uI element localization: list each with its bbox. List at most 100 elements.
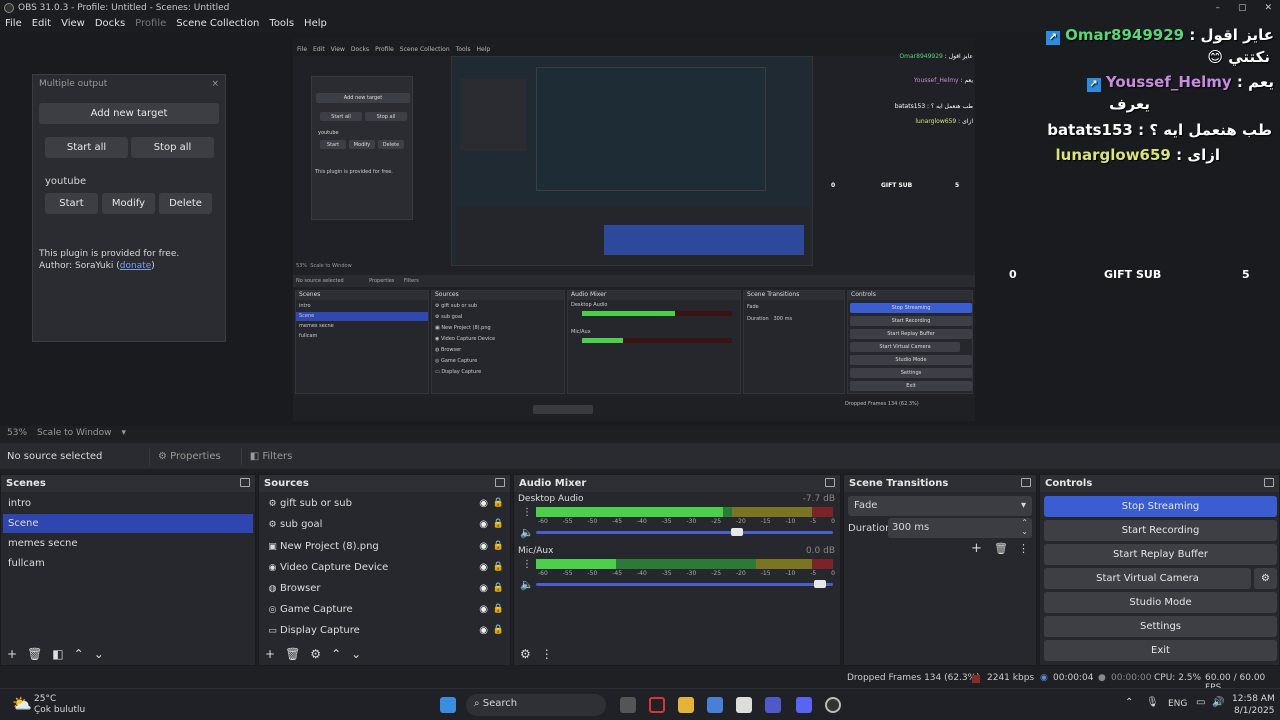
add-icon[interactable]: +: [265, 647, 275, 661]
undock-icon[interactable]: [495, 478, 505, 487]
eye-icon[interactable]: ◉: [479, 578, 488, 599]
discord-icon[interactable]: [796, 697, 812, 713]
start-virtual-camera-button[interactable]: Start Virtual Camera: [1044, 568, 1251, 589]
language-indicator[interactable]: ENG: [1168, 699, 1187, 709]
chevron-up-icon[interactable]: ⌃: [331, 647, 341, 661]
stop-all-button[interactable]: Stop all: [131, 137, 214, 158]
spin-icon[interactable]: ⌃ ⌄: [1021, 518, 1028, 536]
chevron-down-icon[interactable]: ▾: [121, 428, 126, 438]
lock-icon[interactable]: 🔒: [493, 599, 504, 620]
transition-select[interactable]: Fade ▾: [848, 496, 1032, 516]
microphone-icon[interactable]: 🎙: [1146, 697, 1159, 708]
eye-icon[interactable]: ◉: [479, 493, 488, 514]
trash-icon[interactable]: 🗑: [27, 647, 42, 661]
chevron-down-icon[interactable]: ⌄: [94, 647, 104, 661]
source-item[interactable]: ◍ Browser ◉ 🔒: [263, 578, 506, 599]
start-recording-button[interactable]: Start Recording: [1044, 520, 1277, 541]
stop-streaming-button[interactable]: Stop Streaming: [1044, 496, 1277, 517]
filters-button[interactable]: ◧ Filters: [240, 447, 301, 465]
source-item[interactable]: ▣ New Project (8).png ◉ 🔒: [263, 536, 506, 557]
exit-button[interactable]: Exit: [1044, 640, 1277, 661]
eye-icon[interactable]: ◉: [479, 536, 488, 557]
lock-icon[interactable]: 🔒: [493, 578, 504, 599]
file-explorer-icon[interactable]: [678, 697, 694, 713]
source-item[interactable]: ⚙ gift sub or sub ◉ 🔒: [263, 493, 506, 514]
volume-icon[interactable]: 🔊: [1212, 697, 1224, 708]
eye-icon[interactable]: ◉: [479, 599, 488, 620]
start-target-button[interactable]: Start: [45, 193, 98, 214]
network-icon[interactable]: ▭: [1196, 697, 1205, 708]
chevron-down-icon[interactable]: ⌄: [351, 647, 361, 661]
scene-item[interactable]: fullcam: [3, 554, 253, 573]
properties-button[interactable]: ⚙ Properties: [149, 447, 229, 465]
settings-button[interactable]: Settings: [1044, 616, 1277, 637]
start-replay-buffer-button[interactable]: Start Replay Buffer: [1044, 544, 1277, 565]
scene-item[interactable]: intro: [3, 494, 253, 513]
speaker-icon[interactable]: 🔈: [520, 578, 534, 591]
search-box[interactable]: ⌕ Search: [466, 694, 606, 716]
close-button[interactable]: ✕: [1264, 3, 1272, 13]
undock-icon[interactable]: [1021, 478, 1031, 487]
menu-tools[interactable]: Tools: [264, 18, 299, 29]
add-icon[interactable]: +: [7, 647, 17, 661]
menu-view[interactable]: View: [56, 18, 90, 29]
gear-icon[interactable]: ⚙: [310, 647, 321, 661]
source-item[interactable]: ◎ Game Capture ◉ 🔒: [263, 599, 506, 620]
menu-help[interactable]: Help: [299, 18, 332, 29]
lock-icon[interactable]: 🔒: [493, 536, 504, 557]
weather-icon[interactable]: ⛅: [12, 694, 32, 713]
more-icon[interactable]: ⋮: [522, 559, 532, 570]
store-icon[interactable]: [736, 697, 752, 713]
duration-input[interactable]: 300 ms ⌃ ⌄: [888, 518, 1032, 538]
source-item[interactable]: ⚙ sub goal ◉ 🔒: [263, 514, 506, 535]
chevron-up-icon[interactable]: ⌃: [74, 647, 84, 661]
volume-slider[interactable]: [536, 528, 833, 536]
maximize-button[interactable]: ▢: [1238, 3, 1247, 13]
start-all-button[interactable]: Start all: [45, 137, 128, 158]
add-icon[interactable]: +: [971, 541, 982, 556]
studio-mode-button[interactable]: Studio Mode: [1044, 592, 1277, 613]
minimize-button[interactable]: –: [1215, 3, 1220, 13]
eye-icon[interactable]: ◉: [479, 557, 488, 578]
windows-start-icon[interactable]: [440, 697, 456, 713]
task-view-icon[interactable]: [620, 697, 636, 713]
delete-target-button[interactable]: Delete: [159, 193, 212, 214]
menu-file[interactable]: File: [0, 18, 27, 29]
donate-link[interactable]: donate: [120, 261, 152, 271]
filter-icon[interactable]: ◧: [52, 647, 63, 661]
speaker-icon[interactable]: 🔈: [520, 526, 534, 539]
more-icon[interactable]: ⋮: [522, 507, 532, 518]
undock-icon[interactable]: [825, 478, 835, 487]
opera-icon[interactable]: [649, 697, 665, 713]
lock-icon[interactable]: 🔒: [493, 493, 504, 514]
more-icon[interactable]: ⋮: [1018, 542, 1029, 555]
scale-mode[interactable]: Scale to Window: [37, 428, 111, 438]
chevron-up-icon[interactable]: ⌃: [1125, 697, 1133, 708]
volume-slider[interactable]: [536, 580, 833, 588]
undock-icon[interactable]: [1264, 478, 1274, 487]
menu-docks[interactable]: Docks: [90, 18, 130, 29]
source-item[interactable]: ▭ Display Capture ◉ 🔒: [263, 620, 506, 641]
teams-icon[interactable]: [765, 697, 781, 713]
lock-icon[interactable]: 🔒: [493, 514, 504, 535]
trash-icon[interactable]: 🗑: [285, 647, 300, 661]
undock-icon[interactable]: [240, 478, 250, 487]
more-icon[interactable]: ⋮: [541, 647, 553, 661]
clock-date[interactable]: 8/1/2025: [1234, 706, 1274, 716]
scene-item[interactable]: Scene: [3, 514, 253, 533]
menu-profile[interactable]: Profile: [130, 18, 171, 29]
modify-target-button[interactable]: Modify: [102, 193, 155, 214]
copilot-icon[interactable]: [707, 697, 723, 713]
menu-edit[interactable]: Edit: [27, 18, 56, 29]
clock-time[interactable]: 12:58 AM: [1232, 694, 1275, 704]
obs-icon[interactable]: [825, 697, 841, 713]
trash-icon[interactable]: 🗑: [994, 542, 1008, 555]
close-icon[interactable]: ×: [211, 79, 219, 89]
menu-scene-collection[interactable]: Scene Collection: [171, 18, 264, 29]
lock-icon[interactable]: 🔒: [493, 557, 504, 578]
settings-icon[interactable]: ⚙: [520, 647, 531, 661]
scene-item[interactable]: memes secne: [3, 534, 253, 553]
lock-icon[interactable]: 🔒: [493, 620, 504, 641]
eye-icon[interactable]: ◉: [479, 514, 488, 535]
add-new-target-button[interactable]: Add new target: [39, 103, 219, 124]
